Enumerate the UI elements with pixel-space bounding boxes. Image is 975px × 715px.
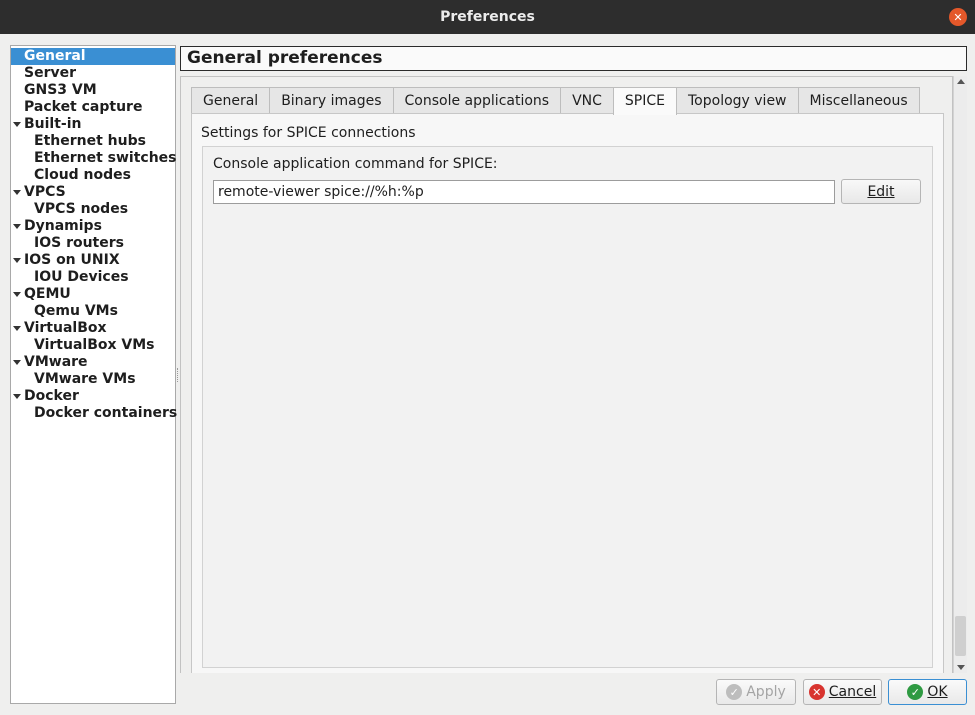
page-title: General preferences (180, 46, 967, 71)
cancel-button[interactable]: ✕ Cancel (803, 679, 882, 705)
sidebar-item-label: VMware VMs (34, 371, 136, 387)
spice-settings-group (202, 146, 933, 668)
sidebar-item-label: Ethernet switches (34, 150, 177, 166)
sidebar-item-label: General (24, 48, 86, 64)
sidebar-item-docker[interactable]: Docker (11, 388, 175, 405)
expand-arrow-icon[interactable] (13, 326, 21, 331)
sidebar-item-label: IOS routers (34, 235, 124, 251)
check-icon: ✓ (726, 684, 743, 700)
sidebar-item-general[interactable]: General (11, 48, 175, 65)
sidebar-item-label: Packet capture (24, 99, 143, 115)
edit-button-label: Edit (867, 183, 895, 200)
sidebar-item-label: Dynamips (24, 218, 102, 234)
sidebar-item-label: Docker containers (34, 405, 178, 421)
sidebar-item-ios-on-unix[interactable]: IOS on UNIX (11, 252, 175, 269)
expand-arrow-icon[interactable] (13, 258, 21, 263)
sidebar-item-label: IOU Devices (34, 269, 129, 285)
sidebar-item-vpcs-nodes[interactable]: VPCS nodes (11, 201, 175, 218)
expand-arrow-icon[interactable] (13, 292, 21, 297)
sidebar-item-label: VirtualBox (24, 320, 107, 336)
sidebar-item-label: VPCS nodes (34, 201, 129, 217)
ok-button-label: OK (927, 684, 948, 700)
section-title: Settings for SPICE connections (201, 125, 416, 141)
check-icon: ✓ (907, 684, 924, 700)
sidebar-item-label: GNS3 VM (24, 82, 97, 98)
sidebar-item-label: VPCS (24, 184, 66, 200)
sidebar-item-ethernet-switches[interactable]: Ethernet switches (11, 150, 177, 167)
sidebar-item-virtualbox[interactable]: VirtualBox (11, 320, 175, 337)
sidebar-item-server[interactable]: Server (11, 65, 175, 82)
tab-vnc[interactable]: VNC (560, 87, 614, 114)
scrollbar-thumb[interactable] (955, 616, 966, 656)
sidebar-item-vmware-vms[interactable]: VMware VMs (11, 371, 175, 388)
ok-button[interactable]: ✓ OK (888, 679, 967, 705)
splitter-handle[interactable] (177, 368, 179, 382)
sidebar-item-dynamips[interactable]: Dynamips (11, 218, 175, 235)
sidebar-item-label: Docker (24, 388, 79, 404)
cancel-button-label: Cancel (828, 684, 877, 700)
sidebar-item-label: Cloud nodes (34, 167, 131, 183)
sidebar-item-packet-capture[interactable]: Packet capture (11, 99, 175, 116)
sidebar-item-label: Ethernet hubs (34, 133, 146, 149)
sidebar-item-qemu-vms[interactable]: Qemu VMs (11, 303, 175, 320)
sidebar-item-vmware[interactable]: VMware (11, 354, 175, 371)
expand-arrow-icon[interactable] (13, 360, 21, 365)
close-icon[interactable]: ✕ (949, 8, 967, 26)
sidebar-item-ios-routers[interactable]: IOS routers (11, 235, 175, 252)
sidebar-item-gns3-vm[interactable]: GNS3 VM (11, 82, 175, 99)
sidebar-item-label: Server (24, 65, 77, 81)
scroll-up-icon[interactable] (957, 79, 965, 84)
window-titlebar: Preferences ✕ (0, 0, 975, 34)
tab-console-applications[interactable]: Console applications (392, 87, 562, 114)
window-title: Preferences (440, 9, 535, 25)
tab-general[interactable]: General (191, 87, 271, 114)
tab-miscellaneous[interactable]: Miscellaneous (797, 87, 920, 114)
sidebar-item-vpcs[interactable]: VPCS (11, 184, 175, 201)
sidebar-item-label: QEMU (24, 286, 71, 302)
edit-button[interactable]: Edit (841, 179, 921, 204)
tab-binary-images[interactable]: Binary images (269, 87, 394, 114)
tab-bar: General Binary images Console applications… (191, 87, 920, 115)
apply-button-label: Apply (746, 684, 786, 700)
sidebar-item-qemu[interactable]: QEMU (11, 286, 175, 303)
cancel-icon: ✕ (808, 684, 825, 700)
expand-arrow-icon[interactable] (13, 394, 21, 399)
vertical-scrollbar[interactable] (953, 76, 967, 673)
sidebar-item-ethernet-hubs[interactable]: Ethernet hubs (11, 133, 175, 150)
spice-command-label: Console application command for SPICE: (213, 156, 498, 172)
apply-button[interactable]: ✓ Apply (716, 679, 796, 705)
sidebar-item-built-in[interactable]: Built-in (11, 116, 175, 133)
preferences-sidebar-tree[interactable]: General Server GNS3 VM Packet capture Built-… (10, 45, 178, 704)
sidebar-item-label: Qemu VMs (34, 303, 118, 319)
sidebar-item-virtualbox-vms[interactable]: VirtualBox VMs (11, 337, 175, 354)
sidebar-item-cloud-nodes[interactable]: Cloud nodes (11, 167, 175, 184)
sidebar-item-docker-containers[interactable]: Docker containers (11, 405, 178, 422)
tab-topology-view[interactable]: Topology view (676, 87, 799, 114)
scroll-down-icon[interactable] (957, 665, 965, 670)
spice-command-input[interactable] (213, 180, 835, 204)
sidebar-item-iou-devices[interactable]: IOU Devices (11, 269, 175, 286)
sidebar-item-label: VirtualBox VMs (34, 337, 155, 353)
expand-arrow-icon[interactable] (13, 190, 21, 195)
sidebar-item-label: Built-in (24, 116, 82, 132)
sidebar-item-label: VMware (24, 354, 88, 370)
tab-spice[interactable]: SPICE (612, 87, 677, 115)
expand-arrow-icon[interactable] (13, 224, 21, 229)
sidebar-item-label: IOS on UNIX (24, 252, 120, 268)
expand-arrow-icon[interactable] (13, 122, 21, 127)
